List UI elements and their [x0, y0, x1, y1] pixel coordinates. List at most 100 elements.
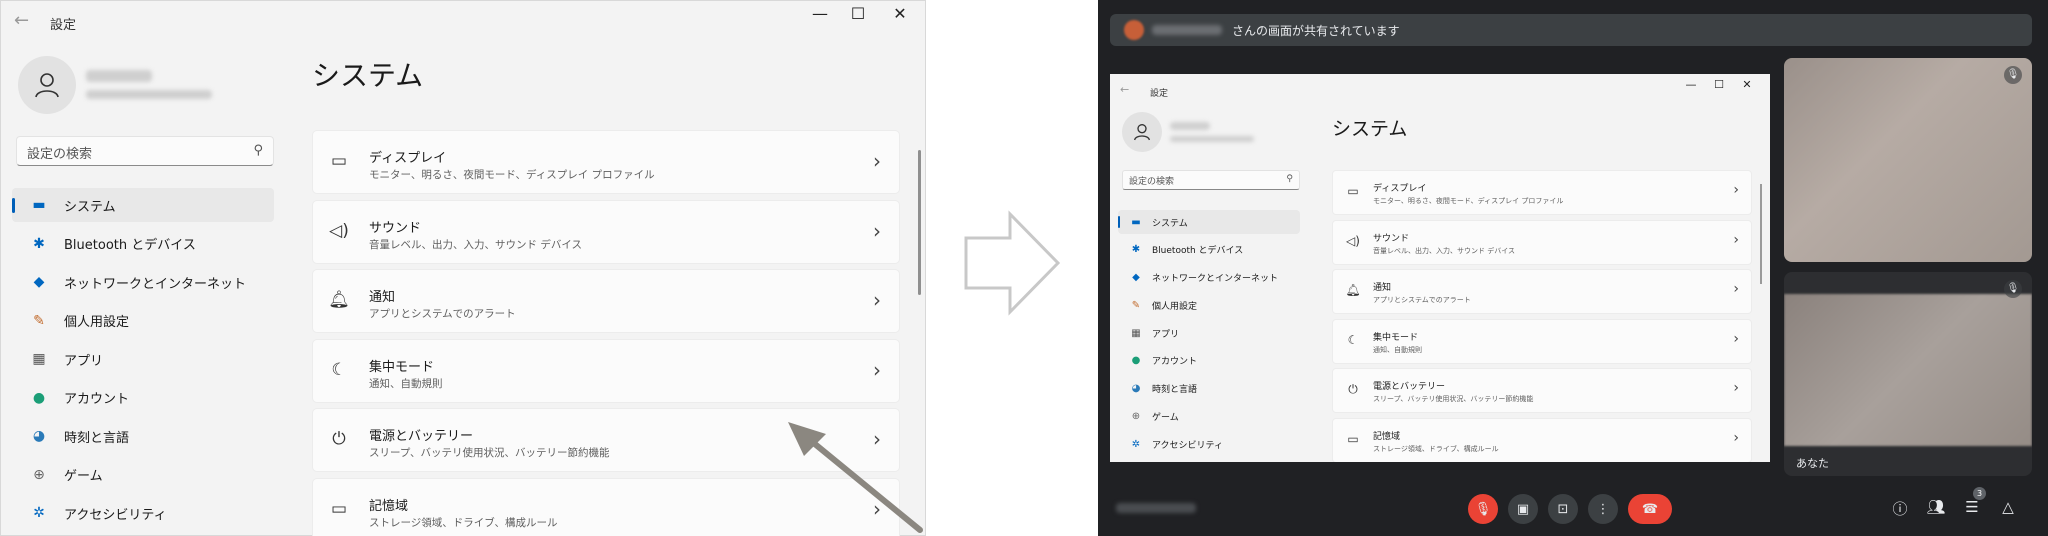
- display-icon: ▭: [330, 151, 348, 171]
- minimize-icon[interactable]: —: [800, 4, 840, 23]
- chevron-right-icon: ›: [1733, 429, 1739, 446]
- bell-icon: 🔔︎: [328, 290, 350, 310]
- meeting-window: さんの画面が共有されています ← 設定 — ☐ ✕ 設定の検索 ⚲ ▬ システム…: [1098, 0, 2048, 536]
- globe-icon: ◕: [1131, 383, 1141, 395]
- card-notifications[interactable]: 🔔︎ 通知 アプリとシステムでのアラート ›: [312, 269, 900, 333]
- gamepad-icon: ⊕: [1131, 411, 1141, 423]
- activities-icon[interactable]: △: [1996, 498, 2020, 516]
- sidebar-item-system[interactable]: ▬ システム: [12, 188, 274, 222]
- sidebar-item-network[interactable]: ◆ ネットワークとインターネット: [12, 265, 274, 299]
- gamepad-icon: ⊕: [33, 466, 45, 483]
- present-button[interactable]: ⊡: [1548, 494, 1578, 524]
- card-display[interactable]: ▭ ディスプレイ モニター、明るさ、夜間モード、ディスプレイ プロファイル ›: [312, 130, 900, 194]
- search-placeholder: 設定の検索: [1129, 177, 1175, 187]
- sidebar-item-time-language: ◕ 時刻と言語: [1118, 377, 1300, 401]
- card-subtitle: アプリとシステムでのアラート: [369, 308, 516, 320]
- more-icon: ⋮: [1596, 501, 1610, 517]
- close-icon: ✕: [1742, 78, 1752, 91]
- sidebar-item-label: アプリ: [1152, 329, 1180, 340]
- power-icon: ⏻: [1348, 382, 1358, 396]
- power-icon: ⏻: [332, 429, 346, 449]
- apps-icon: ▦: [32, 351, 46, 367]
- blurred-user-email: [86, 90, 212, 99]
- self-tile[interactable]: 🎙︎ あなた: [1784, 272, 2032, 476]
- mic-off-button[interactable]: 🎙︎: [1468, 494, 1498, 524]
- sidebar-nav: ▬ システム ✱ Bluetooth とデバイス ◆ ネットワークとインターネッ…: [1118, 210, 1300, 460]
- card-focus[interactable]: ☾ 集中モード 通知、自動規則 ›: [312, 338, 900, 403]
- card-title: 電源とバッテリー: [369, 429, 474, 444]
- camera-icon: ▣: [1516, 501, 1530, 517]
- accessibility-icon: ✲: [33, 505, 45, 521]
- sidebar-item-personalization[interactable]: ✎ 個人用設定: [12, 304, 274, 338]
- sidebar-nav: ▬ システム ✱ Bluetooth とデバイス ◆ ネットワークとインターネッ…: [12, 188, 274, 535]
- storage-icon: ▭: [1347, 431, 1359, 446]
- chevron-right-icon: ›: [1733, 380, 1739, 396]
- sidebar-item-apps[interactable]: ▦ アプリ: [12, 342, 274, 376]
- brush-icon: ✎: [1131, 299, 1141, 311]
- search-input[interactable]: 設定の検索 ⚲: [16, 136, 274, 166]
- sidebar-item-bluetooth[interactable]: ✱ Bluetooth とデバイス: [12, 227, 274, 261]
- chevron-right-icon: ›: [873, 218, 881, 243]
- display-icon: ▭: [1347, 184, 1359, 198]
- self-label: あなた: [1796, 457, 1829, 470]
- card-title: 通知: [1373, 283, 1392, 293]
- sidebar-item-personalization: ✎ 個人用設定: [1118, 293, 1300, 317]
- card-sound: ◁) サウンド 音量レベル、出力、入力、サウンド デバイス ›: [1332, 219, 1752, 265]
- sidebar-item-accounts[interactable]: ● アカウント: [12, 381, 274, 415]
- chevron-right-icon: ›: [1733, 231, 1739, 248]
- brush-icon: ✎: [33, 312, 45, 329]
- card-sound[interactable]: ◁) サウンド 音量レベル、出力、入力、サウンド デバイス ›: [312, 199, 900, 264]
- card-subtitle: アプリとシステムでのアラート: [1373, 296, 1471, 304]
- accessibility-icon: ✲: [1131, 438, 1141, 450]
- sidebar-item-label: アカウント: [64, 392, 130, 407]
- card-title: 集中モード: [1373, 332, 1419, 343]
- speaker-icon: ◁): [329, 220, 349, 241]
- chevron-right-icon: ›: [873, 357, 881, 382]
- close-icon[interactable]: ✕: [880, 4, 920, 23]
- moon-icon: ☾: [1347, 332, 1359, 347]
- sidebar-item-label: 時刻と言語: [1152, 385, 1198, 396]
- card-subtitle: 音量レベル、出力、入力、サウンド デバイス: [1373, 246, 1516, 255]
- monitor-icon: ▬: [32, 197, 46, 213]
- sidebar-item-label: アカウント: [1152, 357, 1198, 368]
- card-title: 電源とバッテリー: [1373, 382, 1446, 392]
- sidebar-item-accessibility[interactable]: ✲ アクセシビリティ: [12, 496, 274, 530]
- shared-screen: ← 設定 — ☐ ✕ 設定の検索 ⚲ ▬ システム ✱ Bluetooth とデ…: [1110, 74, 1770, 462]
- maximize-icon[interactable]: ☐: [838, 4, 878, 23]
- card-title: 集中モード: [369, 359, 435, 375]
- participant-tile[interactable]: 🎙︎: [1784, 58, 2032, 262]
- sidebar-item-network: ◆ ネットワークとインターネット: [1118, 266, 1300, 290]
- sidebar-item-label: Bluetooth とデバイス: [1152, 246, 1244, 257]
- search-icon: ⚲: [253, 143, 263, 158]
- sidebar-item-gaming[interactable]: ⊕ ゲーム: [12, 458, 274, 492]
- card-storage: ▭ 記憶域 ストレージ領域、ドライブ、構成ルール ›: [1332, 417, 1752, 462]
- maximize-icon: ☐: [1714, 78, 1724, 91]
- card-subtitle: ストレージ領域、ドライブ、構成ルール: [369, 516, 558, 529]
- avatar[interactable]: [18, 56, 76, 114]
- people-icon[interactable]: 👥︎: [1924, 498, 1948, 516]
- scrollbar[interactable]: [918, 150, 921, 295]
- sidebar-item-label: アプリ: [64, 353, 104, 369]
- more-options-button[interactable]: ⋮: [1588, 494, 1618, 524]
- info-icon[interactable]: ⓘ: [1888, 498, 1912, 519]
- end-call-button[interactable]: ☎︎: [1628, 494, 1672, 524]
- sidebar-item-label: アクセシビリティ: [64, 507, 167, 523]
- bell-icon: 🔔︎: [1345, 283, 1361, 297]
- sidebar-item-label: ネットワークとインターネット: [1152, 274, 1279, 285]
- share-status-text: さんの画面が共有されています: [1232, 24, 1400, 38]
- chat-icon[interactable]: ☰: [1960, 498, 1984, 516]
- wifi-icon: ◆: [1132, 272, 1140, 284]
- bluetooth-icon: ✱: [33, 235, 45, 252]
- chevron-right-icon: ›: [873, 149, 881, 173]
- camera-button[interactable]: ▣: [1508, 494, 1538, 524]
- avatar: [1122, 112, 1162, 152]
- card-title: サウンド: [369, 220, 422, 236]
- mic-off-icon: 🎙︎: [1474, 501, 1492, 517]
- present-icon: ⊡: [1557, 501, 1569, 517]
- sidebar-item-time-language[interactable]: ◕ 時刻と言語: [12, 419, 274, 453]
- monitor-icon: ▬: [1131, 216, 1141, 228]
- card-subtitle: モニター、明るさ、夜間モード、ディスプレイ プロファイル: [1373, 197, 1564, 205]
- back-arrow-icon[interactable]: ←: [14, 10, 29, 31]
- card-notifications: 🔔︎ 通知 アプリとシステムでのアラート ›: [1332, 269, 1752, 314]
- globe-icon: ◕: [32, 428, 46, 444]
